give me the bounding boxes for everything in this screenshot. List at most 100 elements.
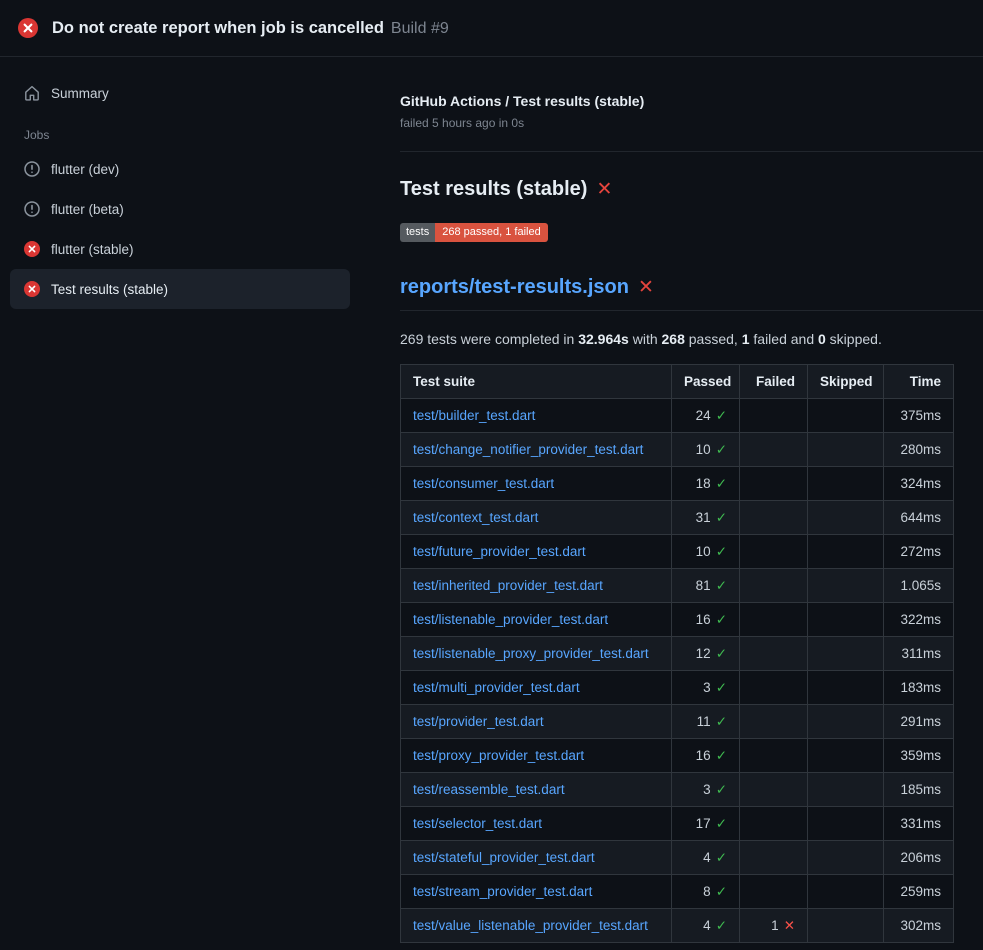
- test-suite-link[interactable]: test/provider_test.dart: [413, 714, 544, 729]
- cell-failed: [740, 637, 808, 671]
- cell-test-suite: test/provider_test.dart: [401, 705, 672, 739]
- table-row: test/stateful_provider_test.dart4✓206ms: [401, 841, 954, 875]
- test-suite-link[interactable]: test/stateful_provider_test.dart: [413, 850, 595, 865]
- cell-passed: 8✓: [672, 875, 740, 909]
- pass-check-icon: ✓: [716, 646, 727, 661]
- pass-check-icon: ✓: [716, 510, 727, 525]
- cell-failed: [740, 569, 808, 603]
- cell-time: 644ms: [884, 501, 954, 535]
- test-suite-link[interactable]: test/future_provider_test.dart: [413, 544, 586, 559]
- failed-x-icon: ✕: [638, 278, 654, 297]
- pass-check-icon: ✓: [716, 680, 727, 695]
- table-row: test/listenable_provider_test.dart16✓322…: [401, 603, 954, 637]
- cell-skipped: [808, 535, 884, 569]
- test-suite-link[interactable]: test/selector_test.dart: [413, 816, 542, 831]
- tests-badge: tests 268 passed, 1 failed: [400, 223, 548, 242]
- summary-failed-count: 1: [742, 331, 750, 347]
- cell-skipped: [808, 603, 884, 637]
- cell-skipped: [808, 739, 884, 773]
- pass-check-icon: ✓: [716, 782, 727, 797]
- cell-skipped: [808, 875, 884, 909]
- failed-status-icon: [18, 18, 38, 38]
- sidebar-item-flutter-stable[interactable]: flutter (stable): [10, 229, 350, 269]
- section-title: Test results (stable) ✕: [400, 178, 983, 201]
- fail-cross-icon: ✕: [784, 918, 795, 933]
- table-row: test/reassemble_test.dart3✓185ms: [401, 773, 954, 807]
- test-table-body: test/builder_test.dart24✓375mstest/chang…: [401, 399, 954, 943]
- cell-passed: 31✓: [672, 501, 740, 535]
- table-row: test/multi_provider_test.dart3✓183ms: [401, 671, 954, 705]
- test-suite-link[interactable]: test/value_listenable_provider_test.dart: [413, 918, 648, 933]
- table-row: test/change_notifier_provider_test.dart1…: [401, 433, 954, 467]
- cell-test-suite: test/builder_test.dart: [401, 399, 672, 433]
- sidebar-item-summary[interactable]: Summary: [10, 73, 350, 113]
- badge-value: 268 passed, 1 failed: [435, 223, 547, 242]
- cell-time: 291ms: [884, 705, 954, 739]
- cell-test-suite: test/inherited_provider_test.dart: [401, 569, 672, 603]
- test-suite-link[interactable]: test/listenable_proxy_provider_test.dart: [413, 646, 649, 661]
- table-row: test/future_provider_test.dart10✓272ms: [401, 535, 954, 569]
- cell-failed: [740, 535, 808, 569]
- cell-passed: 17✓: [672, 807, 740, 841]
- cell-skipped: [808, 841, 884, 875]
- cell-passed: 11✓: [672, 705, 740, 739]
- cell-test-suite: test/listenable_provider_test.dart: [401, 603, 672, 637]
- test-suite-link[interactable]: test/consumer_test.dart: [413, 476, 554, 491]
- cell-skipped: [808, 705, 884, 739]
- pass-check-icon: ✓: [716, 714, 727, 729]
- cell-test-suite: test/value_listenable_provider_test.dart: [401, 909, 672, 943]
- test-suite-link[interactable]: test/proxy_provider_test.dart: [413, 748, 584, 763]
- cell-failed: [740, 875, 808, 909]
- pass-check-icon: ✓: [716, 918, 727, 933]
- test-suite-link[interactable]: test/inherited_provider_test.dart: [413, 578, 603, 593]
- cell-failed: [740, 467, 808, 501]
- cell-test-suite: test/multi_provider_test.dart: [401, 671, 672, 705]
- summary-skipped-count: 0: [818, 331, 826, 347]
- breadcrumb: GitHub Actions / Test results (stable): [400, 93, 983, 109]
- cell-test-suite: test/future_provider_test.dart: [401, 535, 672, 569]
- cell-time: 206ms: [884, 841, 954, 875]
- test-suite-link[interactable]: test/listenable_provider_test.dart: [413, 612, 608, 627]
- cell-passed: 16✓: [672, 739, 740, 773]
- cell-failed: [740, 399, 808, 433]
- test-suite-link[interactable]: test/reassemble_test.dart: [413, 782, 565, 797]
- test-suite-link[interactable]: test/change_notifier_provider_test.dart: [413, 442, 643, 457]
- test-suite-link[interactable]: test/stream_provider_test.dart: [413, 884, 592, 899]
- badge-label: tests: [400, 223, 435, 242]
- neutral-status-icon: [24, 201, 40, 217]
- column-header-passed: Passed: [672, 365, 740, 399]
- cell-passed: 12✓: [672, 637, 740, 671]
- sidebar-item-test-results-stable[interactable]: Test results (stable): [10, 269, 350, 309]
- sidebar-item-label: Test results (stable): [51, 282, 168, 297]
- pass-check-icon: ✓: [716, 884, 727, 899]
- pass-check-icon: ✓: [716, 612, 727, 627]
- table-row: test/value_listenable_provider_test.dart…: [401, 909, 954, 943]
- test-results-table: Test suite Passed Failed Skipped Time te…: [400, 364, 954, 943]
- cell-passed: 3✓: [672, 773, 740, 807]
- sidebar-item-label: Summary: [51, 86, 109, 101]
- main-content: GitHub Actions / Test results (stable) f…: [390, 57, 983, 943]
- table-row: test/builder_test.dart24✓375ms: [401, 399, 954, 433]
- cell-time: 1.065s: [884, 569, 954, 603]
- run-status-text: failed 5 hours ago in 0s: [400, 116, 983, 130]
- test-suite-link[interactable]: test/multi_provider_test.dart: [413, 680, 580, 695]
- cell-time: 322ms: [884, 603, 954, 637]
- table-header-row: Test suite Passed Failed Skipped Time: [401, 365, 954, 399]
- sidebar-item-flutter-beta[interactable]: flutter (beta): [10, 189, 350, 229]
- pass-check-icon: ✓: [716, 816, 727, 831]
- cell-test-suite: test/stateful_provider_test.dart: [401, 841, 672, 875]
- report-title-link[interactable]: reports/test-results.json ✕: [400, 276, 983, 311]
- test-suite-link[interactable]: test/builder_test.dart: [413, 408, 535, 423]
- column-header-time: Time: [884, 365, 954, 399]
- cell-time: 359ms: [884, 739, 954, 773]
- pass-check-icon: ✓: [716, 476, 727, 491]
- table-row: test/listenable_proxy_provider_test.dart…: [401, 637, 954, 671]
- sidebar-item-flutter-dev[interactable]: flutter (dev): [10, 149, 350, 189]
- test-suite-link[interactable]: test/context_test.dart: [413, 510, 538, 525]
- cell-skipped: [808, 807, 884, 841]
- failed-status-icon: [24, 281, 40, 297]
- cell-test-suite: test/consumer_test.dart: [401, 467, 672, 501]
- section-title-text: Test results (stable): [400, 178, 587, 201]
- cell-failed: [740, 501, 808, 535]
- table-row: test/provider_test.dart 11✓ 291ms: [401, 705, 954, 739]
